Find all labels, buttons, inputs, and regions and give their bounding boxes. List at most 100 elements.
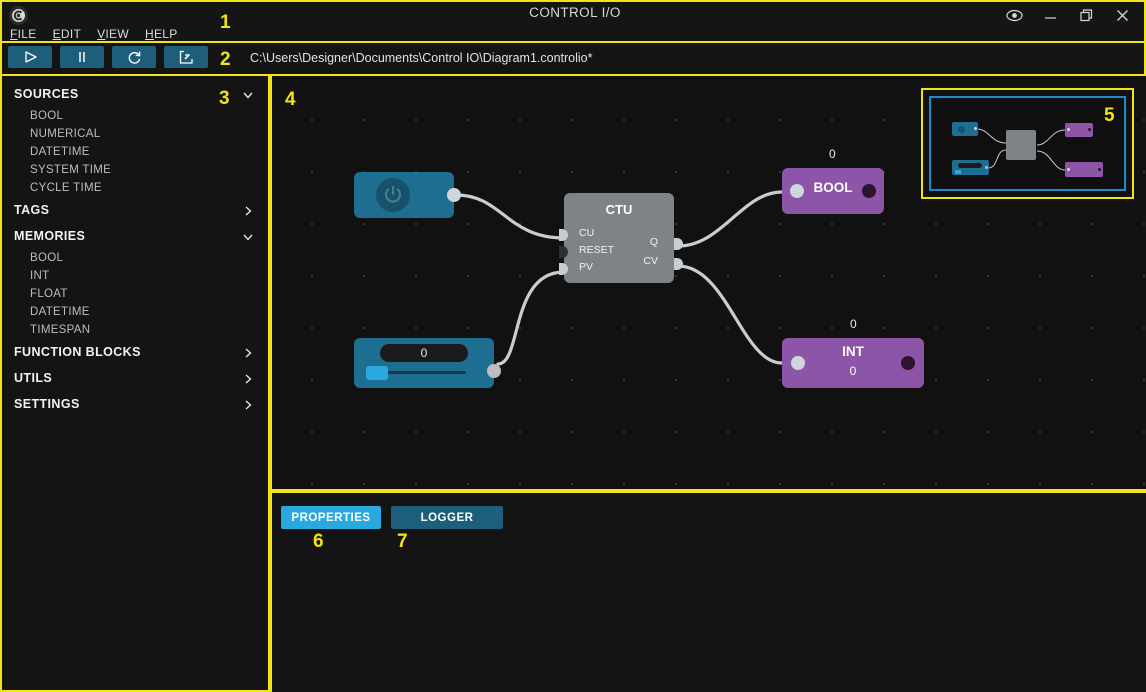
- menu-view-rest: IEW: [105, 27, 129, 41]
- menu-help-mnemonic: H: [145, 27, 154, 41]
- input-label-reset: RESET: [579, 244, 615, 256]
- output-port-q[interactable]: [674, 237, 683, 250]
- input-port-reset[interactable]: [559, 245, 568, 258]
- annotation-5: 5: [1104, 105, 1115, 126]
- run-button[interactable]: [8, 46, 52, 68]
- minimap-node-bool-output: [1065, 123, 1093, 137]
- sidebar-item-memories-datetime[interactable]: DATETIME: [2, 303, 268, 321]
- sidebar-group-label: FUNCTION BLOCKS: [14, 345, 141, 359]
- chevron-right-icon[interactable]: [242, 204, 254, 216]
- file-path-text: C:\Users\Designer\Documents\Control IO\D…: [250, 50, 593, 65]
- minimap-node-numeric-source: [952, 160, 989, 175]
- slider-handle[interactable]: [366, 366, 388, 380]
- sidebar-item-sources-system-time[interactable]: SYSTEM TIME: [2, 161, 268, 179]
- output-port[interactable]: [487, 364, 501, 378]
- sidebar-group-label: UTILS: [14, 371, 53, 385]
- input-port[interactable]: [791, 356, 805, 370]
- toolbar-buttons: [8, 46, 208, 68]
- bottom-panel: PROPERTIES LOGGER: [270, 491, 1146, 692]
- minimize-icon[interactable]: [1032, 2, 1068, 28]
- maximize-icon[interactable]: [1068, 2, 1104, 28]
- function-block-title: CTU: [605, 202, 633, 217]
- menu-file-mnemonic: F: [10, 27, 18, 41]
- sidebar-group-tags[interactable]: TAGS: [2, 197, 268, 223]
- sidebar-panel: SOURCES BOOL NUMERICAL DATETIME SYSTEM T…: [0, 76, 270, 692]
- sidebar-group-label: MEMORIES: [14, 229, 86, 243]
- input-port-pv[interactable]: [559, 262, 568, 275]
- menu-item-view[interactable]: VIEW: [97, 27, 129, 41]
- chevron-down-icon[interactable]: [242, 230, 254, 242]
- output-label-q: Q: [649, 236, 658, 248]
- chevron-right-icon[interactable]: [242, 398, 254, 410]
- annotation-2: 2: [220, 49, 231, 70]
- toolbar: C:\Users\Designer\Documents\Control IO\D…: [0, 43, 1146, 76]
- sidebar-item-sources-datetime[interactable]: DATETIME: [2, 143, 268, 161]
- power-icon[interactable]: [376, 178, 410, 212]
- input-port-cu[interactable]: [559, 228, 568, 241]
- sidebar-group-label: TAGS: [14, 203, 50, 217]
- chevron-down-icon[interactable]: [242, 88, 254, 100]
- minimap-viewport[interactable]: [929, 96, 1126, 191]
- fit-view-button[interactable]: [164, 46, 208, 68]
- pause-button[interactable]: [60, 46, 104, 68]
- annotation-6: 6: [313, 531, 324, 552]
- bool-output-above-value: 0: [829, 147, 836, 161]
- bottom-tabs: PROPERTIES LOGGER: [281, 506, 503, 529]
- output-label-cv: CV: [643, 255, 658, 267]
- minimap-node-bool-source: [952, 122, 978, 136]
- menu-edit-mnemonic: E: [52, 27, 61, 41]
- annotation-4: 4: [285, 89, 296, 110]
- annotation-1: 1: [220, 12, 231, 33]
- menu-item-edit[interactable]: EDIT: [53, 27, 82, 41]
- menu-edit-rest: DIT: [60, 27, 82, 41]
- bool-source-node[interactable]: [354, 172, 461, 218]
- input-port[interactable]: [790, 184, 804, 198]
- int-output-node[interactable]: INT 0: [782, 338, 924, 388]
- sidebar-group-label: SOURCES: [14, 87, 79, 101]
- output-port[interactable]: [862, 184, 876, 198]
- sidebar-item-memories-int[interactable]: INT: [2, 267, 268, 285]
- close-icon[interactable]: [1104, 2, 1140, 28]
- menu-bar: FILE EDIT VIEW HELP: [10, 27, 178, 41]
- menu-help-rest: ELP: [153, 27, 178, 41]
- sidebar-group-function-blocks[interactable]: FUNCTION BLOCKS: [2, 339, 268, 365]
- eye-icon[interactable]: [996, 2, 1032, 28]
- function-block-ctu[interactable]: CTU CU RESET PV Q CV: [559, 193, 683, 283]
- sidebar-item-memories-bool[interactable]: BOOL: [2, 249, 268, 267]
- input-label-pv: PV: [579, 261, 594, 273]
- output-port[interactable]: [901, 356, 915, 370]
- menu-item-help[interactable]: HELP: [145, 27, 178, 41]
- output-port-cv[interactable]: [674, 257, 683, 270]
- minimap-node-int-output: [1065, 162, 1103, 177]
- title-bar: CONTROL I/O FILE EDIT VIEW HELP: [0, 0, 1146, 43]
- minimap-node-function-block: [1006, 130, 1036, 160]
- annotation-7: 7: [397, 531, 408, 552]
- sidebar-group-settings[interactable]: SETTINGS: [2, 391, 268, 417]
- annotation-3: 3: [219, 88, 230, 109]
- sidebar-group-utils[interactable]: UTILS: [2, 365, 268, 391]
- input-label-cu: CU: [579, 227, 595, 239]
- menu-item-file[interactable]: FILE: [10, 27, 37, 41]
- chevron-right-icon[interactable]: [242, 346, 254, 358]
- app-window: CONTROL I/O FILE EDIT VIEW HELP C:\Users…: [0, 0, 1146, 692]
- sidebar-item-sources-numerical[interactable]: NUMERICAL: [2, 125, 268, 143]
- reset-button[interactable]: [112, 46, 156, 68]
- bool-output-node[interactable]: BOOL: [782, 168, 884, 214]
- sidebar-item-memories-float[interactable]: FLOAT: [2, 285, 268, 303]
- numerical-source-node[interactable]: 0: [354, 338, 501, 388]
- file-path-bar: C:\Users\Designer\Documents\Control IO\D…: [250, 43, 1140, 72]
- window-title: CONTROL I/O: [529, 5, 621, 20]
- window-controls: [996, 2, 1140, 28]
- minimap-panel[interactable]: [921, 88, 1134, 199]
- tab-properties[interactable]: PROPERTIES: [281, 506, 381, 529]
- menu-file-rest: ILE: [17, 27, 37, 41]
- sidebar-group-memories[interactable]: MEMORIES: [2, 223, 268, 249]
- sidebar-item-sources-cycle-time[interactable]: CYCLE TIME: [2, 179, 268, 197]
- sidebar-item-memories-timespan[interactable]: TIMESPAN: [2, 321, 268, 339]
- numeric-value-display[interactable]: 0: [380, 344, 468, 362]
- sidebar-group-label: SETTINGS: [14, 397, 80, 411]
- output-port[interactable]: [447, 188, 461, 202]
- int-output-above-value: 0: [850, 317, 857, 331]
- tab-logger[interactable]: LOGGER: [391, 506, 503, 529]
- chevron-right-icon[interactable]: [242, 372, 254, 384]
